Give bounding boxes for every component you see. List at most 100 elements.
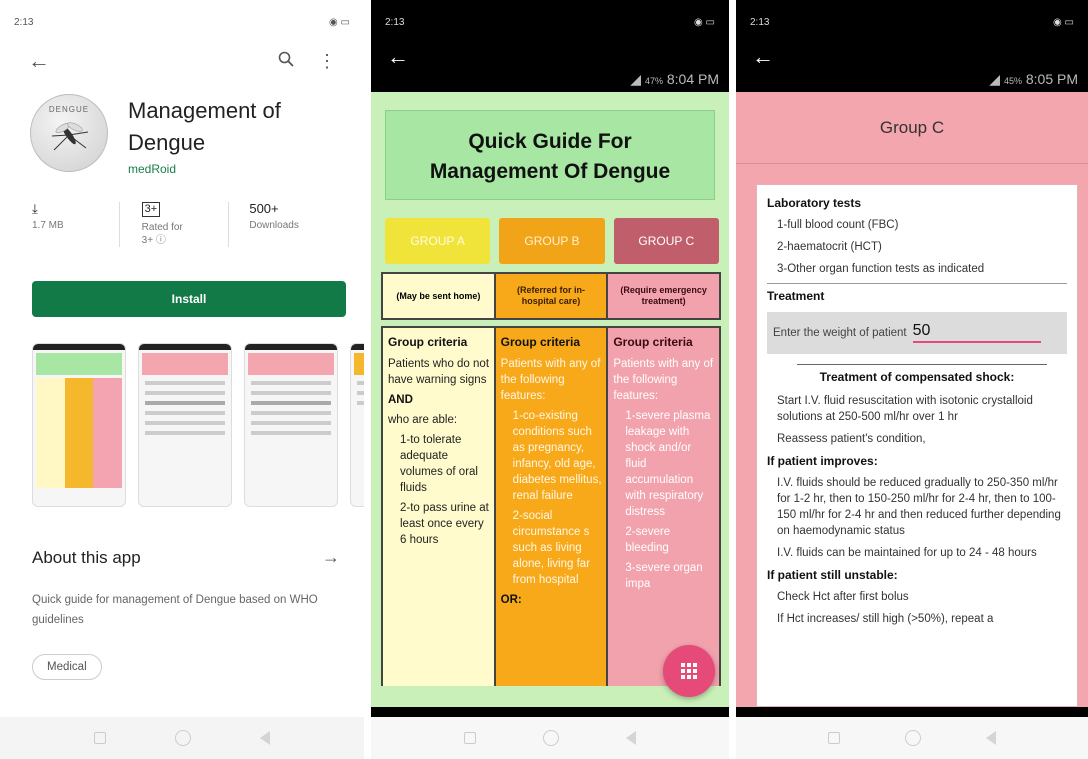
rating-badge: 3+ <box>141 202 161 217</box>
rated-value: 3+ ⓘ <box>141 235 166 246</box>
stat-downloads: 500+ Downloads <box>229 202 336 247</box>
developer-link[interactable]: medRoid <box>128 162 281 176</box>
about-section[interactable]: About this app → <box>0 507 364 568</box>
signal-icon: ◢ <box>989 71 1001 87</box>
group-b-item1: 1-co-existing conditions such as pregnan… <box>512 410 602 502</box>
treatment-step: If Hct increases/ still high (>50%), rep… <box>777 613 994 625</box>
grid-icon <box>681 663 697 679</box>
group-a-criteria-title: Group criteria <box>388 335 468 349</box>
screenshot-thumb[interactable] <box>244 343 338 507</box>
status-bar: 2:13 ◉ ▭ <box>0 0 364 44</box>
app-stats: ⤓ 1.7 MB 3+ Rated for 3+ ⓘ 500+ Download… <box>0 176 364 247</box>
quick-guide-screen: 2:13 ◉ ▭ ← ◢ 47% 8:04 PM Quick Guide For… <box>371 0 729 759</box>
screenshot-thumb[interactable] <box>138 343 232 507</box>
about-title: About this app <box>32 547 141 567</box>
recents-icon[interactable] <box>94 732 107 744</box>
group-c-body: Group C Laboratory tests 1-full blood co… <box>736 92 1088 707</box>
status-time: 2:13 <box>14 16 34 28</box>
group-b-text: Patients with any of the following featu… <box>500 358 601 402</box>
home-icon[interactable] <box>904 730 921 746</box>
or-label: OR: <box>500 594 522 606</box>
lab-item: 1-full blood count (FBC) <box>777 219 899 231</box>
size-value: 1.7 MB <box>32 220 64 231</box>
group-c-column: Group criteria Patients with any of the … <box>606 328 720 686</box>
install-button[interactable]: Install <box>32 281 346 317</box>
title-line2: Management Of Dengue <box>429 160 671 183</box>
back-icon[interactable] <box>625 731 636 745</box>
group-a-header: (May be sent home) <box>383 274 494 318</box>
group-a-button[interactable]: GROUP A <box>385 218 491 264</box>
group-c-item3: 3-severe organ impa <box>625 562 703 590</box>
group-a-column: Group criteria Patients who do not have … <box>383 328 494 686</box>
group-a-item1: 1-to tolerate adequate volumes of oral f… <box>400 434 478 494</box>
system-nav-bar <box>736 717 1088 759</box>
search-icon[interactable] <box>278 51 294 72</box>
and-label: AND <box>388 394 413 406</box>
group-a-text: Patients who do not have warning signs <box>388 358 490 386</box>
download-size-icon: ⤓ <box>32 201 38 216</box>
screens: 2:13 ◉ ▭ ← ⋮ DENGUE Management of Dengue… <box>0 0 1088 759</box>
weight-input[interactable]: 50 <box>912 323 1041 343</box>
top-bar: ← ⋮ <box>0 44 364 78</box>
clock: 8:05 PM <box>1025 71 1078 87</box>
unstable-title: If patient still unstable: <box>767 568 898 582</box>
group-b-header: (Referred for in-hospital care) <box>493 274 607 318</box>
group-c-header: (Require emergency treatment) <box>606 274 720 318</box>
status-bar: 2:13 ◉ ▭ <box>371 0 729 44</box>
home-icon[interactable] <box>542 730 559 746</box>
system-nav-bar <box>0 717 364 759</box>
home-icon[interactable] <box>174 730 191 746</box>
mosquito-icon <box>51 122 89 151</box>
group-b-column: Group criteria Patients with any of the … <box>493 328 607 686</box>
treatment-step: I.V. fluids can be maintained for up to … <box>777 547 1037 559</box>
treatment-step: Reassess patient's condition, <box>777 433 926 445</box>
back-arrow-icon[interactable]: ← <box>752 46 774 68</box>
downloads-label: Downloads <box>249 220 299 231</box>
group-c-screen: 2:13 ◉ ▭ ← ◢ 45% 8:05 PM Group C Laborat… <box>736 0 1088 759</box>
group-c-item2: 2-severe bleeding <box>625 526 671 554</box>
group-b-button[interactable]: GROUP B <box>499 218 605 264</box>
shock-title: Treatment of compensated shock: <box>819 370 1015 384</box>
weight-label: Enter the weight of patient <box>773 327 907 339</box>
stat-rating: 3+ Rated for 3+ ⓘ <box>118 202 230 247</box>
treatment-step: I.V. fluids should be reduced gradually … <box>777 477 1061 537</box>
screenshot-thumb[interactable] <box>32 343 126 507</box>
group-c-item1: 1-severe plasma leakage with shock and/o… <box>625 410 711 518</box>
group-c-button[interactable]: GROUP C <box>613 218 719 264</box>
arrow-right-icon[interactable]: → <box>322 547 340 568</box>
app-title-line2: Dengue <box>128 130 206 155</box>
group-c-header: Group C <box>736 92 1088 164</box>
weight-row: Enter the weight of patient 50 <box>767 312 1067 354</box>
back-arrow-icon[interactable]: ← <box>387 46 409 68</box>
inner-status: ◢ 47% 8:04 PM <box>630 71 719 88</box>
group-b-criteria-title: Group criteria <box>500 335 581 349</box>
app-logo: DENGUE <box>30 94 108 172</box>
category-chip[interactable]: Medical <box>32 654 102 680</box>
stat-size: ⤓ 1.7 MB <box>32 202 119 247</box>
battery-icon: ◉ ▭ <box>694 16 715 28</box>
screenshot-carousel[interactable] <box>0 317 364 507</box>
treatment-title: Treatment <box>767 289 825 303</box>
group-c-card[interactable]: Laboratory tests 1-full blood count (FBC… <box>756 184 1078 707</box>
back-icon[interactable] <box>985 731 996 745</box>
signal-icon: ◢ <box>630 71 642 87</box>
back-icon[interactable] <box>259 731 270 745</box>
status-bar: 2:13 ◉ ▭ <box>736 0 1088 44</box>
lab-item: 3-Other organ function tests as indicate… <box>777 263 985 275</box>
logo-text: DENGUE <box>48 105 90 114</box>
app-header: DENGUE Management of Dengue medRoid <box>0 78 364 176</box>
divider <box>797 364 1047 365</box>
back-arrow-icon[interactable]: ← <box>28 50 50 72</box>
guide-title: Quick Guide For Management Of Dengue <box>385 110 715 200</box>
menu-fab[interactable] <box>663 645 715 697</box>
group-a-item2: 2-to pass urine at least once every 6 ho… <box>400 502 489 546</box>
recents-icon[interactable] <box>464 732 477 744</box>
lab-tests-title: Laboratory tests <box>767 196 862 210</box>
group-b-item2: 2-social circumstance s such as living a… <box>512 510 591 586</box>
recents-icon[interactable] <box>828 732 841 744</box>
app-title-line1: Management of <box>128 98 281 123</box>
screenshot-thumb[interactable] <box>350 343 364 507</box>
battery-icon: ◉ ▭ <box>1053 16 1074 28</box>
more-options-icon[interactable]: ⋮ <box>318 51 336 72</box>
treatment-step: Start I.V. fluid resuscitation with isot… <box>777 395 1033 423</box>
